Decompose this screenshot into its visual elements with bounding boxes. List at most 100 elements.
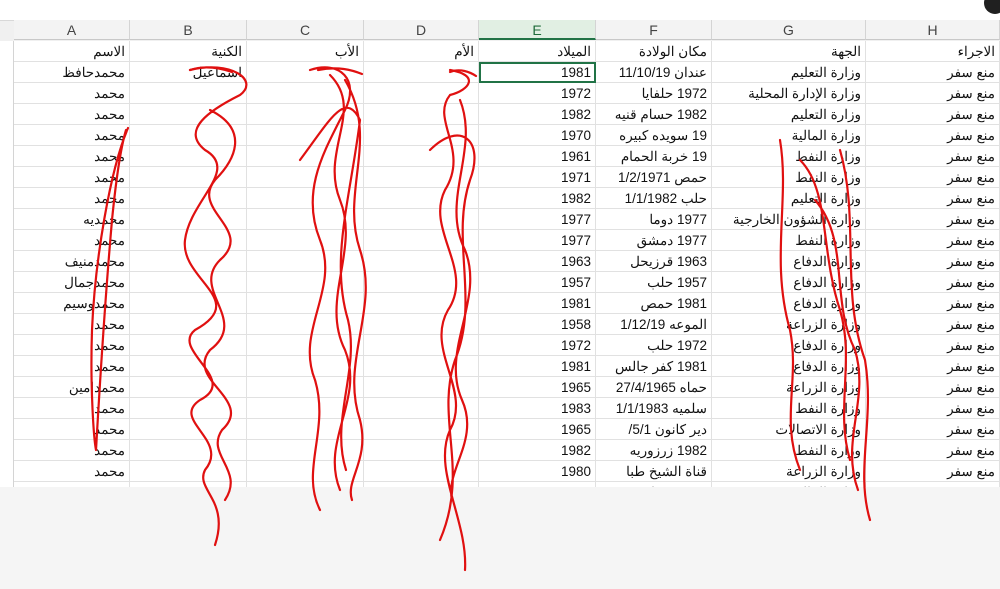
cell-d[interactable] bbox=[364, 440, 479, 461]
cell-h[interactable]: منع سفر bbox=[866, 146, 1000, 167]
cell-f[interactable]: 19 خربة الحمام bbox=[596, 146, 712, 167]
cell-g[interactable]: وزارة الاتصالات bbox=[712, 419, 866, 440]
cell-f[interactable]: 1982 حسام قنيه bbox=[596, 104, 712, 125]
cell-c[interactable] bbox=[247, 461, 364, 482]
column-header-e[interactable]: E bbox=[479, 20, 596, 40]
cell-c[interactable] bbox=[247, 62, 364, 83]
cell-e[interactable]: 1977 bbox=[479, 230, 596, 251]
cell-a[interactable]: محمد bbox=[14, 230, 130, 251]
cell-a[interactable]: محمد bbox=[14, 188, 130, 209]
cell-b[interactable] bbox=[130, 230, 247, 251]
header-cell-b[interactable]: الكنية bbox=[130, 41, 247, 62]
cell-h[interactable]: منع سفر bbox=[866, 230, 1000, 251]
cell-c[interactable] bbox=[247, 146, 364, 167]
cell-d[interactable] bbox=[364, 83, 479, 104]
cell-b[interactable] bbox=[130, 167, 247, 188]
cell-h[interactable]: منع سفر bbox=[866, 188, 1000, 209]
cell-g[interactable]: وزارة التعليم bbox=[712, 62, 866, 83]
cell-c[interactable] bbox=[247, 104, 364, 125]
column-header-c[interactable]: C bbox=[247, 20, 364, 40]
cell-f[interactable]: دير كانون 5/1/ bbox=[596, 419, 712, 440]
cell-e[interactable]: 1970 bbox=[479, 125, 596, 146]
cell-a[interactable]: محمدحافظ bbox=[14, 62, 130, 83]
cell-c[interactable] bbox=[247, 440, 364, 461]
cell-c[interactable] bbox=[247, 356, 364, 377]
cell-h[interactable]: منع سفر bbox=[866, 62, 1000, 83]
cell-b[interactable] bbox=[130, 209, 247, 230]
cell-f[interactable]: 1981 كفر جالس bbox=[596, 356, 712, 377]
cell-e[interactable]: 1972 bbox=[479, 335, 596, 356]
cell-a[interactable]: محمد bbox=[14, 125, 130, 146]
cell-a[interactable]: محمديه bbox=[14, 209, 130, 230]
column-header-d[interactable]: D bbox=[364, 20, 479, 40]
cell-b[interactable]: اسماعيل bbox=[130, 62, 247, 83]
cell-e[interactable]: 1972 bbox=[479, 83, 596, 104]
cell-c[interactable] bbox=[247, 125, 364, 146]
cell-b[interactable] bbox=[130, 314, 247, 335]
cell-d[interactable] bbox=[364, 398, 479, 419]
column-header-a[interactable]: A bbox=[14, 20, 130, 40]
cell-a[interactable]: محمد bbox=[14, 335, 130, 356]
cell-d[interactable] bbox=[364, 62, 479, 83]
cell-a[interactable]: محمد bbox=[14, 419, 130, 440]
cell-e[interactable]: 1958 bbox=[479, 314, 596, 335]
header-cell-h[interactable]: الاجراء bbox=[866, 41, 1000, 62]
cell-c[interactable] bbox=[247, 419, 364, 440]
cell-e[interactable]: 1981 bbox=[479, 62, 596, 83]
cell-e[interactable]: 1963 bbox=[479, 251, 596, 272]
cell-b[interactable] bbox=[130, 356, 247, 377]
cell-b[interactable] bbox=[130, 419, 247, 440]
cell-g[interactable]: وزارة الإدارة المحلية bbox=[712, 83, 866, 104]
cell-e[interactable]: 1981 bbox=[479, 356, 596, 377]
cell-b[interactable] bbox=[130, 440, 247, 461]
cell-a[interactable]: محمد bbox=[14, 167, 130, 188]
cell-c[interactable] bbox=[247, 83, 364, 104]
cell-b[interactable] bbox=[130, 83, 247, 104]
cell-h[interactable]: منع سفر bbox=[866, 440, 1000, 461]
header-cell-d[interactable]: الأم bbox=[364, 41, 479, 62]
column-header-h[interactable]: H bbox=[866, 20, 1000, 40]
cell-b[interactable] bbox=[130, 272, 247, 293]
cell-e[interactable]: 1982 bbox=[479, 440, 596, 461]
column-header-f[interactable]: F bbox=[596, 20, 712, 40]
cell-c[interactable] bbox=[247, 335, 364, 356]
cell-a[interactable]: محمد bbox=[14, 146, 130, 167]
cell-c[interactable] bbox=[247, 293, 364, 314]
cell-b[interactable] bbox=[130, 251, 247, 272]
cell-d[interactable] bbox=[364, 209, 479, 230]
cell-b[interactable] bbox=[130, 461, 247, 482]
cell-g[interactable]: وزارة النفط bbox=[712, 146, 866, 167]
column-header-g[interactable]: G bbox=[712, 20, 866, 40]
cell-h[interactable]: منع سفر bbox=[866, 461, 1000, 482]
cell-f[interactable]: 1977 دمشق bbox=[596, 230, 712, 251]
cell-d[interactable] bbox=[364, 125, 479, 146]
cell-h[interactable]: منع سفر bbox=[866, 335, 1000, 356]
cell-f[interactable]: حماه 27/4/1965 bbox=[596, 377, 712, 398]
cell-d[interactable] bbox=[364, 314, 479, 335]
cell-a[interactable]: محمدمنيف bbox=[14, 251, 130, 272]
cell-d[interactable] bbox=[364, 335, 479, 356]
column-header-b[interactable]: B bbox=[130, 20, 247, 40]
cell-g[interactable]: وزارة التعليم bbox=[712, 104, 866, 125]
cell-b[interactable] bbox=[130, 377, 247, 398]
cell-f[interactable]: عندان 11/10/19 bbox=[596, 62, 712, 83]
cell-c[interactable] bbox=[247, 398, 364, 419]
cell-e[interactable]: 1965 bbox=[479, 377, 596, 398]
cell-b[interactable] bbox=[130, 293, 247, 314]
cell-e[interactable]: 1983 bbox=[479, 398, 596, 419]
cell-d[interactable] bbox=[364, 377, 479, 398]
cell-e[interactable]: 1965 bbox=[479, 419, 596, 440]
cell-d[interactable] bbox=[364, 104, 479, 125]
cell-g[interactable]: وزارة النفط bbox=[712, 398, 866, 419]
cell-h[interactable]: منع سفر bbox=[866, 398, 1000, 419]
cell-g[interactable]: وزارة الدفاع bbox=[712, 356, 866, 377]
cell-h[interactable]: منع سفر bbox=[866, 167, 1000, 188]
header-cell-f[interactable]: مكان الولادة bbox=[596, 41, 712, 62]
cell-d[interactable] bbox=[364, 230, 479, 251]
cell-f[interactable]: سلميه 1/1/1983 bbox=[596, 398, 712, 419]
cell-e[interactable]: 1977 bbox=[479, 209, 596, 230]
cell-e[interactable]: 1981 bbox=[479, 293, 596, 314]
cell-b[interactable] bbox=[130, 146, 247, 167]
cell-g[interactable]: وزارة المالية bbox=[712, 125, 866, 146]
cell-h[interactable]: منع سفر bbox=[866, 293, 1000, 314]
